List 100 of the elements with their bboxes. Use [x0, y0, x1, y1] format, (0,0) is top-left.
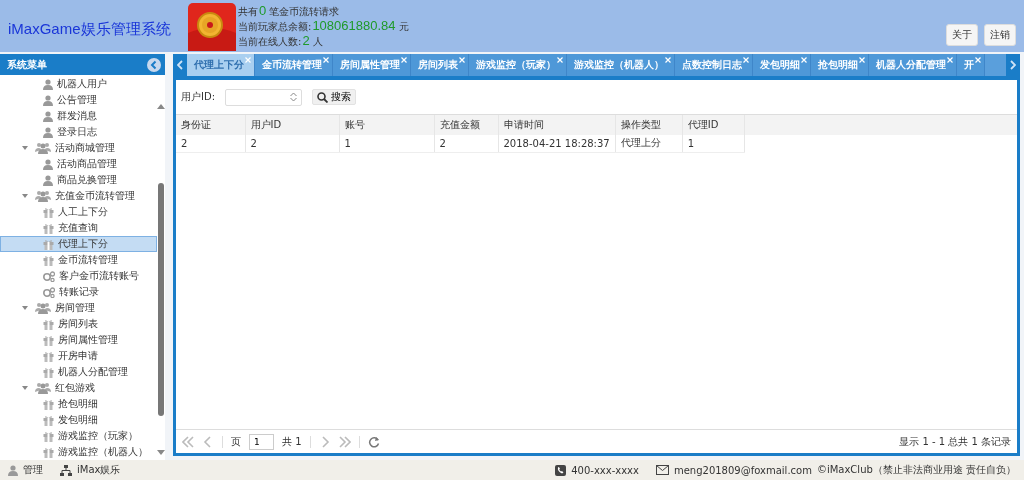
previous-page-icon[interactable] — [202, 435, 214, 448]
org-chart-icon — [60, 464, 72, 476]
page-total: 共 1 — [282, 434, 302, 449]
people-icon — [35, 142, 51, 154]
app-title: iMaxGame娱乐管理系统 — [8, 18, 172, 39]
close-icon — [323, 57, 329, 63]
menu-item[interactable]: 充值查询 — [0, 220, 157, 236]
menu-group[interactable]: 活动商城管理 — [0, 140, 157, 156]
menu-item[interactable]: 金币流转管理 — [0, 252, 157, 268]
gift-icon — [43, 398, 54, 410]
scroll-up-icon — [157, 103, 165, 109]
person-icon — [8, 464, 18, 476]
menu-item[interactable]: 登录日志 — [0, 124, 157, 140]
footer-text: meng201809@foxmail.com — [673, 464, 812, 476]
gift-icon — [43, 254, 54, 266]
stat-unit: 人 — [312, 35, 323, 47]
gift-icon — [43, 318, 54, 330]
stat-unit: 元 — [398, 20, 409, 32]
menu-group[interactable]: 红包游戏 — [0, 380, 157, 396]
stat-value: 108061880.84 — [312, 17, 396, 33]
header-button[interactable]: 关于 — [946, 24, 978, 46]
table-cell: 2 — [245, 135, 339, 152]
menu-item[interactable]: 群发消息 — [0, 108, 157, 124]
close-icon — [743, 57, 749, 63]
first-page-icon[interactable] — [182, 435, 194, 448]
column-header: 代理ID — [682, 115, 745, 135]
tab-scroll-right[interactable] — [1006, 54, 1020, 76]
gift-icon — [43, 206, 54, 218]
gears-icon — [43, 270, 55, 282]
footer-text: 400-xxx-xxxx — [571, 464, 639, 476]
collapse-icon — [147, 57, 161, 72]
refresh-icon[interactable] — [367, 435, 380, 448]
spinner-arrows-icon — [290, 92, 298, 102]
envelope-icon — [188, 3, 236, 51]
person-icon — [43, 158, 53, 170]
menu-item[interactable]: 房间列表 — [0, 316, 157, 332]
table-cell: 2 — [434, 135, 498, 152]
menu-item[interactable]: 机器人分配管理 — [0, 364, 157, 380]
scroll-down-icon — [157, 450, 165, 456]
stat-label: 当前玩家总余额: — [238, 20, 312, 32]
search-button[interactable]: 搜索 — [312, 89, 357, 105]
person-icon — [43, 78, 53, 90]
table-cell: 2018-04-21 18:28:37 — [498, 135, 616, 152]
table-cell: 代理上分 — [615, 135, 683, 152]
page-label: 页 — [231, 434, 241, 449]
chevron-right-icon — [1010, 60, 1016, 70]
gift-icon — [43, 238, 54, 250]
stat-label: 共有 — [238, 5, 258, 17]
chevron-left-icon — [177, 60, 183, 70]
user-id-field[interactable] — [225, 88, 303, 106]
menu-item[interactable]: 公告管理 — [0, 92, 157, 108]
menu-item[interactable]: 客户金币流转账号 — [0, 268, 157, 284]
table-cell: 1 — [682, 135, 745, 152]
menu-item[interactable]: 机器人用户 — [0, 76, 157, 92]
table-cell: 1 — [339, 135, 434, 152]
close-icon — [801, 57, 807, 63]
stat-label: 当前在线人数: — [238, 35, 302, 47]
close-icon — [975, 57, 981, 63]
tab-scroll-left[interactable] — [173, 54, 187, 76]
gift-icon — [43, 334, 54, 346]
last-page-icon[interactable] — [338, 435, 351, 448]
page-field[interactable]: 1 — [249, 433, 274, 450]
gift-icon — [43, 366, 54, 378]
gift-icon — [43, 222, 54, 234]
column-header: 操作类型 — [615, 115, 683, 135]
scrollbar-thumb[interactable] — [158, 183, 164, 416]
menu-item[interactable]: 游戏监控（玩家） — [0, 428, 157, 444]
header-button[interactable]: 注销 — [984, 24, 1016, 46]
person-icon — [43, 174, 53, 186]
menu-item[interactable]: 人工上下分 — [0, 204, 157, 220]
close-icon — [245, 57, 251, 63]
person-icon — [43, 94, 53, 106]
menu-item[interactable]: 游戏监控（机器人） — [0, 444, 157, 460]
column-header: 用户ID — [245, 115, 339, 135]
close-icon — [859, 57, 865, 63]
field-label: 用户ID: — [181, 90, 216, 104]
table-cell: 2 — [176, 135, 245, 152]
close-icon — [557, 57, 563, 63]
gift-icon — [43, 430, 54, 442]
mail-icon — [655, 465, 669, 475]
gift-icon — [43, 350, 54, 362]
menu-item[interactable]: 抢包明细 — [0, 396, 157, 412]
menu-item[interactable]: 商品兑换管理 — [0, 172, 157, 188]
menu-group[interactable]: 充值金币流转管理 — [0, 188, 157, 204]
footer-text: iMax娱乐 — [77, 463, 121, 477]
person-icon — [43, 126, 53, 138]
menu-group[interactable]: 房间管理 — [0, 300, 157, 316]
menu-item[interactable]: 房间属性管理 — [0, 332, 157, 348]
column-header: 身份证 — [176, 115, 245, 135]
menu-item[interactable]: 发包明细 — [0, 412, 157, 428]
phone-icon — [555, 464, 567, 476]
person-icon — [43, 110, 53, 122]
menu-item[interactable]: 活动商品管理 — [0, 156, 157, 172]
menu-item[interactable]: 代理上下分 — [0, 236, 157, 252]
stat-unit: 笔金币流转请求 — [269, 5, 340, 17]
menu-item[interactable]: 开房申请 — [0, 348, 157, 364]
people-icon — [35, 190, 51, 202]
search-icon — [317, 91, 329, 103]
close-icon — [459, 57, 465, 63]
menu-item[interactable]: 转账记录 — [0, 284, 157, 300]
